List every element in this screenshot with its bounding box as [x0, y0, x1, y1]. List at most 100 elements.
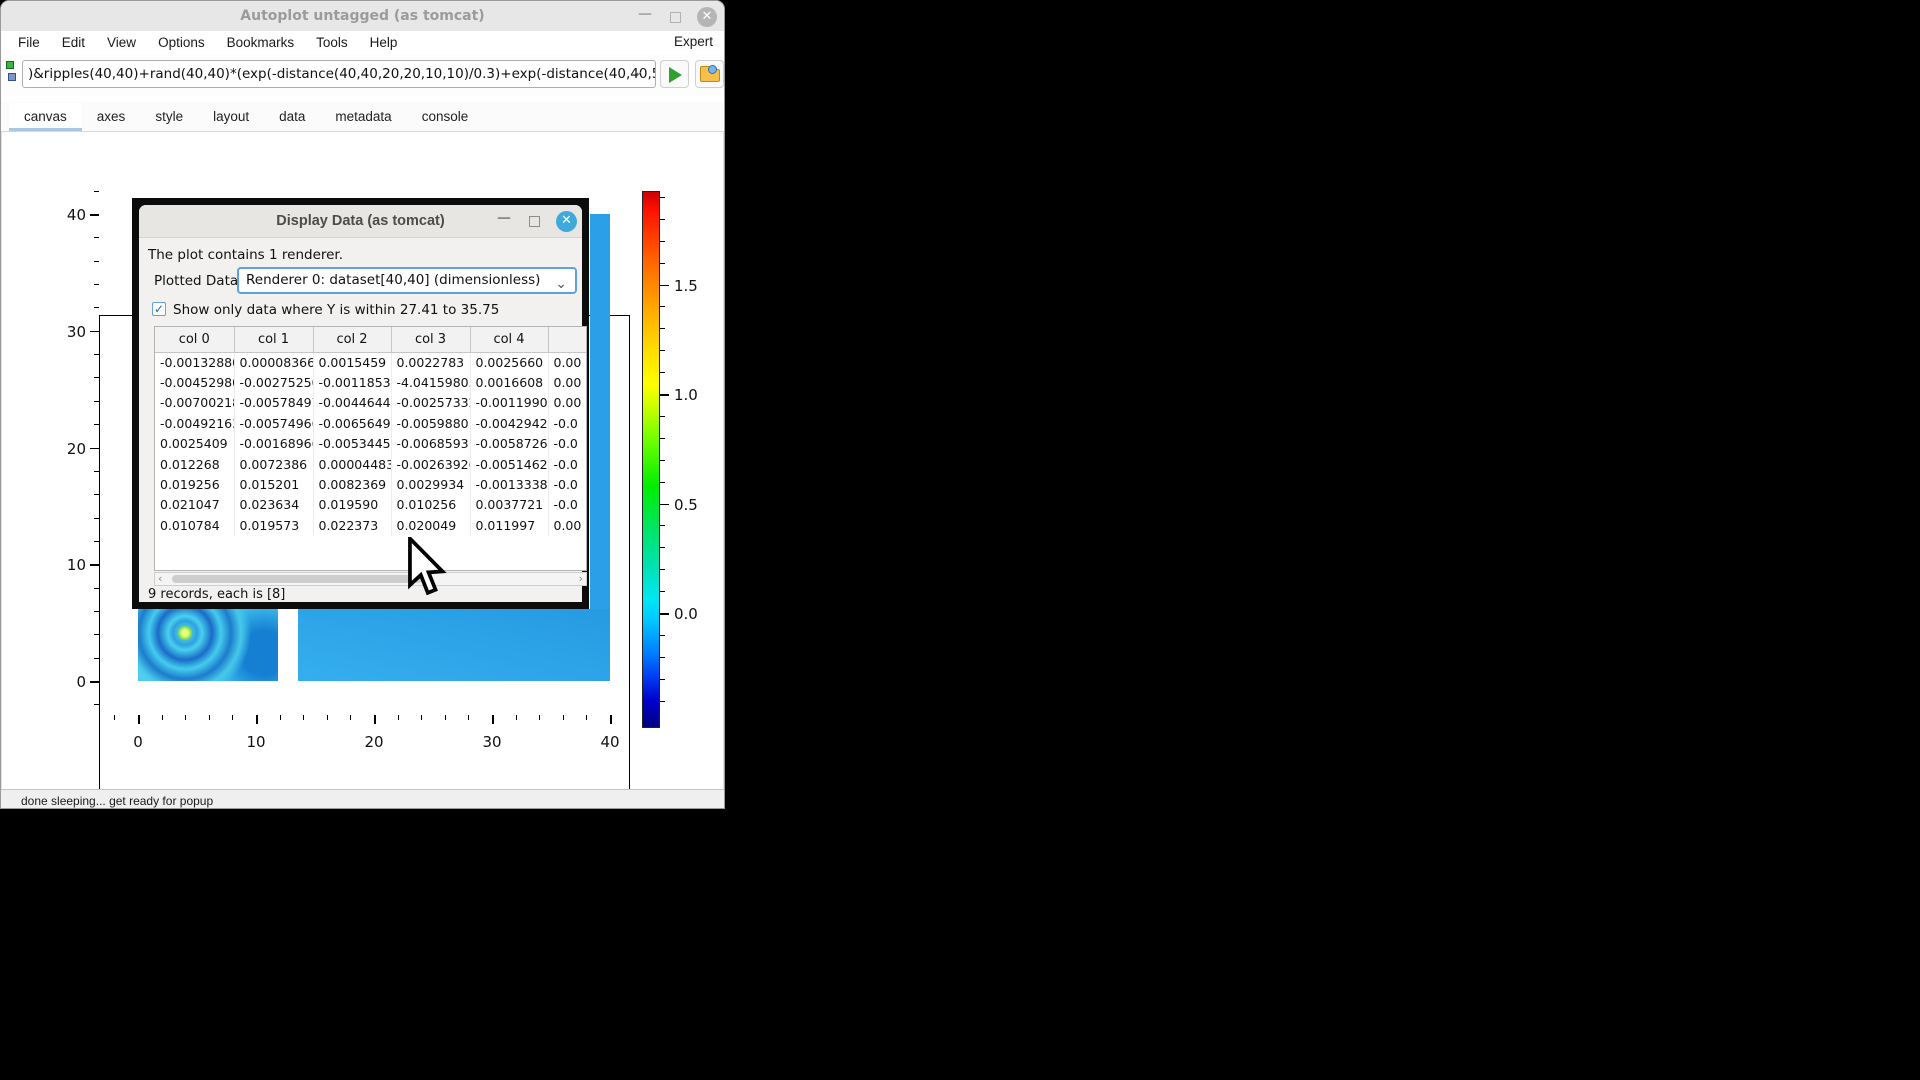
- axis-tick: [94, 191, 99, 192]
- axis-tick-label: 0: [118, 733, 158, 751]
- axis-tick: [94, 588, 99, 589]
- axis-tick: [162, 715, 163, 720]
- menu-bookmarks[interactable]: Bookmarks: [216, 33, 306, 52]
- plotted-data-select[interactable]: Renderer 0: dataset[40,40] (dimensionles…: [237, 267, 577, 294]
- axis-tick: [563, 715, 564, 720]
- colorbar-tick: [660, 285, 669, 287]
- open-file-button[interactable]: [695, 60, 724, 88]
- table-cell: -0.00119907...: [470, 393, 548, 413]
- table-row[interactable]: 0.0107840.0195730.0223730.0200490.011997…: [155, 515, 587, 535]
- table-row[interactable]: -0.00700218...-0.00578497...-0.00446446.…: [155, 393, 587, 413]
- table-cell: -0.00257332...: [391, 393, 470, 413]
- table-row[interactable]: -0.00492163...-0.00574966...-0.00656494.…: [155, 413, 587, 433]
- tab-metadata[interactable]: metadata: [320, 103, 406, 131]
- window-titlebar[interactable]: Autoplot untagged (as tomcat) — ✕: [1, 1, 724, 31]
- table-cell: 0.0015459: [313, 352, 391, 372]
- dialog-minimize-icon[interactable]: —: [497, 210, 511, 226]
- table-cell: -0.00275250...: [234, 372, 313, 392]
- table-cell: 0.00: [548, 352, 587, 372]
- column-header[interactable]: col 3: [391, 327, 470, 352]
- axis-tick: [94, 237, 99, 238]
- plotted-data-value: Renderer 0: dataset[40,40] (dimensionles…: [246, 272, 540, 288]
- table-cell: 0.010784: [155, 515, 234, 535]
- axis-tick: [90, 214, 99, 216]
- play-icon: [669, 67, 682, 83]
- dialog-maximize-icon[interactable]: [529, 216, 540, 227]
- tab-style[interactable]: style: [140, 103, 198, 131]
- dialog-close-icon[interactable]: ✕: [556, 211, 577, 232]
- table-cell: -0.00685931...: [391, 434, 470, 454]
- menu-help[interactable]: Help: [359, 33, 409, 52]
- axis-tick: [350, 715, 351, 720]
- colorbar-tick: [660, 372, 665, 373]
- close-icon[interactable]: ✕: [697, 7, 717, 27]
- column-header[interactable]: [548, 327, 587, 352]
- table-row[interactable]: -0.00132880...0.0000836620.00154590.0022…: [155, 352, 587, 372]
- menu-edit[interactable]: Edit: [51, 33, 96, 52]
- colorbar-tick: [660, 394, 669, 396]
- tab-console[interactable]: console: [407, 103, 484, 131]
- table-row[interactable]: -0.00452980...-0.00275250...-0.00118539.…: [155, 372, 587, 392]
- tab-canvas[interactable]: canvas: [9, 103, 82, 131]
- axis-tick: [94, 261, 99, 262]
- menu-options[interactable]: Options: [147, 33, 216, 52]
- scroll-right-icon[interactable]: ›: [579, 573, 583, 585]
- column-header[interactable]: col 2: [313, 327, 391, 352]
- table-cell: 0.000044839: [313, 454, 391, 474]
- expert-toggle[interactable]: Expert: [674, 34, 713, 49]
- table-cell: 0.00: [548, 515, 587, 535]
- table-cell: 0.012268: [155, 454, 234, 474]
- tab-layout[interactable]: layout: [198, 103, 264, 131]
- chevron-down-icon[interactable]: ⌄: [633, 67, 645, 79]
- colorbar-tick-label: 0.5: [674, 496, 698, 514]
- axis-tick: [516, 715, 517, 720]
- plotted-data-label: Plotted Data:: [154, 273, 243, 289]
- records-summary: 9 records, each is [8]: [148, 587, 285, 602]
- tab-data[interactable]: data: [264, 103, 320, 131]
- axis-tick: [94, 518, 99, 519]
- menu-view[interactable]: View: [96, 33, 147, 52]
- table-row[interactable]: 0.0025409-0.00168966...-0.00534458...-0.…: [155, 434, 587, 454]
- scroll-left-icon[interactable]: ‹: [158, 573, 162, 585]
- axis-tick: [232, 715, 233, 720]
- horizontal-scrollbar[interactable]: ‹ ›: [154, 572, 587, 586]
- axis-tick: [94, 307, 99, 308]
- dialog-titlebar[interactable]: Display Data (as tomcat) — ✕: [139, 205, 582, 238]
- uri-input[interactable]: )&ripples(40,40)+rand(40,40)*(exp(-dista…: [22, 60, 656, 88]
- axis-tick: [94, 377, 99, 378]
- column-header[interactable]: col 1: [234, 327, 313, 352]
- colorbar-tick-label: 1.5: [674, 277, 698, 295]
- axis-tick: [94, 658, 99, 659]
- scrollbar-thumb[interactable]: [172, 575, 422, 583]
- axis-tick-label: 0: [52, 673, 86, 691]
- column-header[interactable]: col 4: [470, 327, 548, 352]
- minimize-icon[interactable]: —: [638, 7, 652, 21]
- autoplot-window: Autoplot untagged (as tomcat) — ✕ FileEd…: [0, 0, 725, 809]
- table-row[interactable]: 0.0122680.00723860.000044839-0.00263926.…: [155, 454, 587, 474]
- go-button[interactable]: [660, 60, 689, 88]
- maximize-icon[interactable]: [670, 12, 681, 23]
- table-cell: -0.00534458...: [313, 434, 391, 454]
- status-bar: done sleeping... get ready for popup: [1, 789, 724, 809]
- colorbar: [642, 191, 660, 728]
- table-cell: 0.0016608: [470, 372, 548, 392]
- tab-axes[interactable]: axes: [82, 103, 141, 131]
- filter-checkbox[interactable]: ✓: [152, 302, 166, 316]
- column-header[interactable]: col 0: [155, 327, 234, 352]
- data-table[interactable]: col 0col 1col 2col 3col 4-0.00132880...0…: [154, 326, 587, 571]
- axis-tick: [94, 704, 99, 705]
- heatmap-ripple-tile: [138, 609, 278, 681]
- table-row[interactable]: 0.0210470.0236340.0195900.0102560.003772…: [155, 495, 587, 515]
- colorbar-tick: [660, 460, 665, 461]
- menu-tools[interactable]: Tools: [305, 33, 359, 52]
- colorbar-tick: [660, 438, 665, 439]
- axis-tick: [586, 715, 587, 720]
- table-row[interactable]: 0.0192560.0152010.00823690.0029934-0.001…: [155, 474, 587, 494]
- menu-file[interactable]: File: [7, 33, 51, 52]
- axis-tick: [185, 715, 186, 720]
- axis-tick: [209, 715, 210, 720]
- table-cell: 0.00: [548, 393, 587, 413]
- table-cell: 0.0025660: [470, 352, 548, 372]
- table-cell: -0.00133386...: [470, 474, 548, 494]
- colorbar-tick: [660, 482, 665, 483]
